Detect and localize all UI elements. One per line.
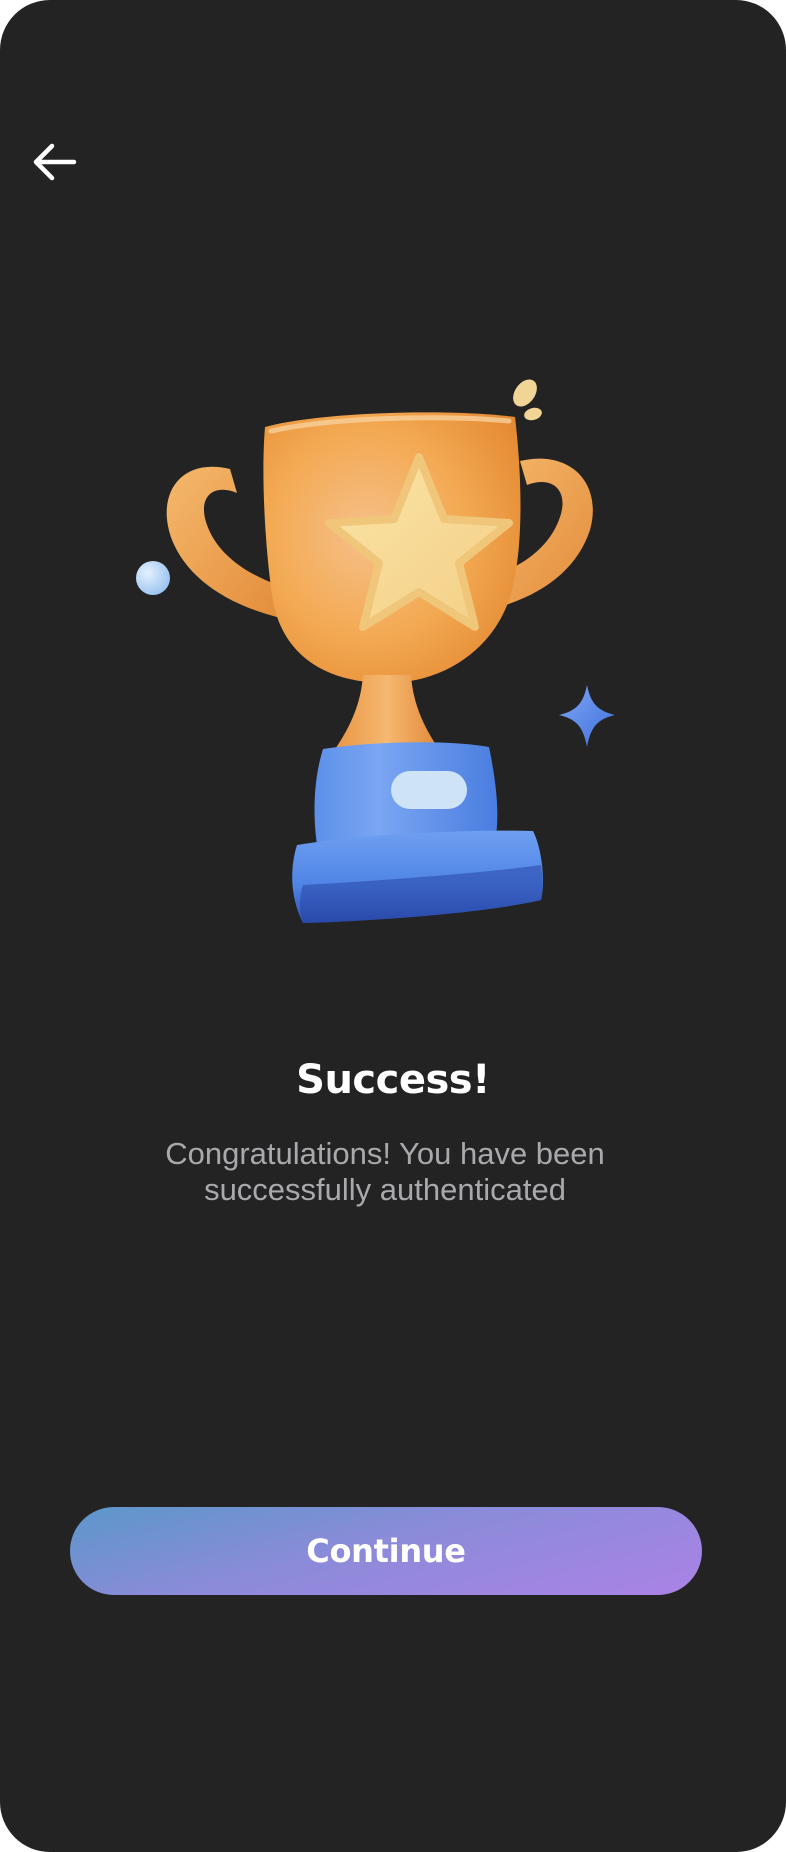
continue-button-label: Continue xyxy=(306,1532,466,1570)
success-screen: Success! Congratulations! You have been … xyxy=(0,0,786,1852)
success-message-line-2: successfully authenticated xyxy=(204,1172,566,1207)
arrow-left-icon xyxy=(33,143,77,181)
back-button[interactable] xyxy=(26,136,82,188)
success-message-line-1: Congratulations! You have been xyxy=(165,1136,605,1171)
page-title: Success! xyxy=(296,1057,490,1103)
trophy-star-icon xyxy=(136,379,615,923)
continue-button[interactable]: Continue xyxy=(70,1507,702,1595)
trophy-illustration xyxy=(125,365,625,950)
success-message: Congratulations! You have been successfu… xyxy=(120,1136,650,1208)
